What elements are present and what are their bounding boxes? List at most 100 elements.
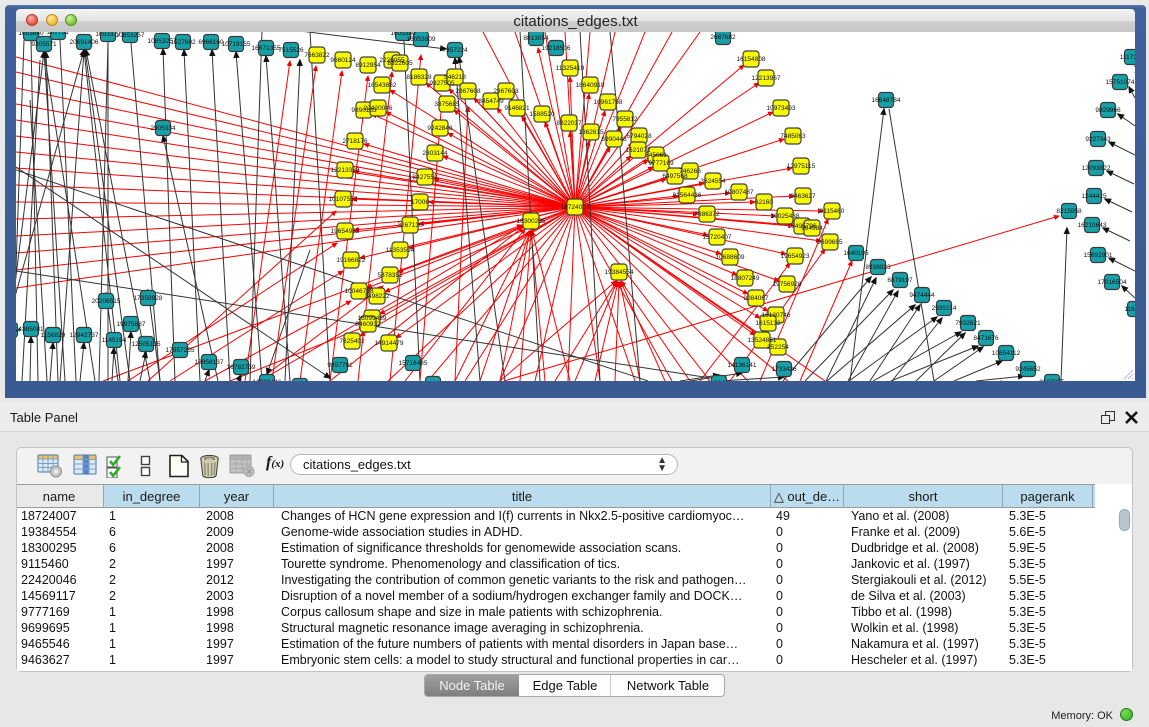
svg-text:3624554: 3624554 — [700, 178, 726, 185]
svg-text:3498222: 3498222 — [364, 293, 390, 300]
svg-text:7886372: 7886372 — [694, 211, 720, 218]
svg-text:19756928: 19756928 — [773, 281, 802, 288]
svg-text:19384554: 19384554 — [605, 269, 634, 276]
svg-text:7932621: 7932621 — [955, 320, 981, 327]
svg-text:2803144: 2803144 — [422, 150, 448, 157]
svg-text:9115460: 9115460 — [820, 208, 845, 215]
svg-text:21564436: 21564436 — [673, 192, 702, 199]
svg-text:1527602: 1527602 — [170, 39, 196, 46]
svg-text:10807487: 10807487 — [725, 189, 754, 196]
svg-text:8215958: 8215958 — [1056, 208, 1082, 215]
svg-text:8813054: 8813054 — [523, 35, 549, 42]
svg-text:15720407: 15720407 — [703, 234, 732, 241]
svg-text:12213967: 12213967 — [752, 75, 781, 82]
svg-text:7625402: 7625402 — [339, 338, 365, 345]
svg-text:10961758: 10961758 — [594, 99, 623, 106]
svg-text:1244415: 1244415 — [1081, 193, 1107, 200]
svg-text:12093822: 12093822 — [1082, 165, 1111, 172]
svg-text:2687682: 2687682 — [710, 34, 736, 41]
svg-text:9305571: 9305571 — [31, 41, 57, 48]
svg-text:7515526: 7515526 — [278, 47, 304, 54]
svg-text:207731: 207731 — [47, 32, 69, 36]
svg-text:964984: 964984 — [801, 225, 823, 232]
svg-text:8938923: 8938923 — [865, 264, 891, 271]
svg-text:6794028: 6794028 — [626, 133, 652, 140]
svg-text:9242848: 9242848 — [427, 125, 453, 132]
svg-text:15716485: 15716485 — [399, 360, 428, 367]
svg-text:9474444: 9474444 — [909, 292, 935, 299]
svg-text:12213382: 12213382 — [331, 167, 360, 174]
svg-text:16648784: 16648784 — [872, 97, 901, 104]
svg-text:16210643: 16210643 — [1078, 222, 1107, 229]
svg-text:17006: 17006 — [411, 199, 429, 206]
svg-text:62160: 62160 — [755, 199, 773, 206]
svg-text:8471676: 8471676 — [973, 335, 999, 342]
svg-text:16053809: 16053809 — [407, 36, 436, 43]
svg-text:2867608: 2867608 — [455, 88, 481, 95]
svg-text:12942737: 12942737 — [70, 332, 99, 339]
svg-text:16120746: 16120746 — [762, 312, 791, 319]
svg-text:10958137: 10958137 — [195, 359, 224, 366]
svg-text:10719155: 10719155 — [222, 41, 251, 48]
svg-text:7485063: 7485063 — [780, 133, 806, 140]
svg-text:9660124: 9660124 — [330, 57, 356, 64]
svg-text:5878352: 5878352 — [377, 272, 403, 279]
svg-text:9146821: 9146821 — [504, 105, 530, 112]
svg-text:7955812: 7955812 — [612, 116, 638, 123]
svg-text:20691406: 20691406 — [70, 39, 99, 46]
svg-text:12923446: 12923446 — [253, 379, 282, 381]
svg-text:8126416: 8126416 — [706, 380, 732, 381]
svg-text:6966160: 6966160 — [198, 39, 224, 46]
svg-text:1362615: 1362615 — [578, 129, 604, 136]
svg-text:17957255: 17957255 — [166, 347, 195, 354]
svg-text:8912954: 8912954 — [355, 62, 381, 69]
svg-text:9829966: 9829966 — [1095, 107, 1121, 114]
svg-text:12505135: 12505135 — [132, 341, 161, 348]
svg-text:11325419: 11325419 — [556, 65, 585, 72]
svg-text:9857791: 9857791 — [327, 362, 353, 369]
svg-text:9127355: 9127355 — [1039, 379, 1065, 381]
svg-text:13524851: 13524851 — [748, 337, 777, 344]
svg-text:10654112: 10654112 — [992, 350, 1021, 357]
svg-text:9245652: 9245652 — [1015, 366, 1041, 373]
svg-text:19975887: 19975887 — [117, 321, 146, 328]
svg-text:19654923: 19654923 — [781, 253, 810, 260]
svg-text:1615132: 1615132 — [755, 320, 781, 327]
svg-text:845061: 845061 — [645, 152, 667, 159]
svg-text:2718176: 2718176 — [342, 138, 368, 145]
svg-text:252254: 252254 — [767, 344, 789, 351]
svg-text:16671355: 16671355 — [252, 45, 281, 52]
svg-text:20206515: 20206515 — [92, 298, 121, 305]
svg-text:18807249: 18807249 — [731, 275, 760, 282]
svg-text:116753: 116753 — [1124, 306, 1135, 313]
svg-text:9327505: 9327505 — [429, 80, 455, 87]
svg-text:8454749: 8454749 — [478, 98, 504, 105]
svg-text:546218: 546218 — [444, 74, 466, 81]
svg-text:1640195: 1640195 — [843, 250, 869, 257]
svg-text:16782759: 16782759 — [227, 364, 256, 371]
svg-text:22420046: 22420046 — [364, 105, 393, 112]
svg-text:10973493: 10973493 — [767, 105, 796, 112]
svg-text:8186328: 8186328 — [406, 74, 432, 81]
svg-text:6879197: 6879197 — [887, 277, 913, 284]
svg-text:11353594: 11353594 — [386, 247, 415, 254]
svg-text:18300295: 18300295 — [517, 218, 546, 225]
svg-text:2935114: 2935114 — [932, 305, 957, 312]
svg-text:9084067: 9084067 — [743, 295, 769, 302]
svg-text:8322037: 8322037 — [556, 120, 582, 127]
svg-text:18640910: 18640910 — [576, 82, 605, 89]
svg-text:8427552: 8427552 — [412, 174, 438, 181]
svg-text:2905334: 2905334 — [150, 125, 176, 132]
svg-text:9460932: 9460932 — [355, 321, 381, 328]
svg-text:10107552: 10107552 — [329, 196, 358, 203]
svg-text:1733426: 1733426 — [771, 366, 797, 373]
svg-text:9463627: 9463627 — [790, 193, 816, 200]
svg-text:17359928: 17359928 — [134, 295, 163, 302]
svg-text:19166822: 19166822 — [337, 257, 366, 264]
svg-text:3267130: 3267130 — [397, 222, 423, 229]
svg-text:17016504: 17016504 — [1098, 279, 1127, 286]
svg-text:10688609: 10688609 — [716, 254, 745, 261]
svg-text:8322605: 8322605 — [387, 60, 413, 67]
svg-text:1003680: 1003680 — [18, 32, 44, 37]
svg-text:9777169: 9777169 — [648, 160, 674, 167]
